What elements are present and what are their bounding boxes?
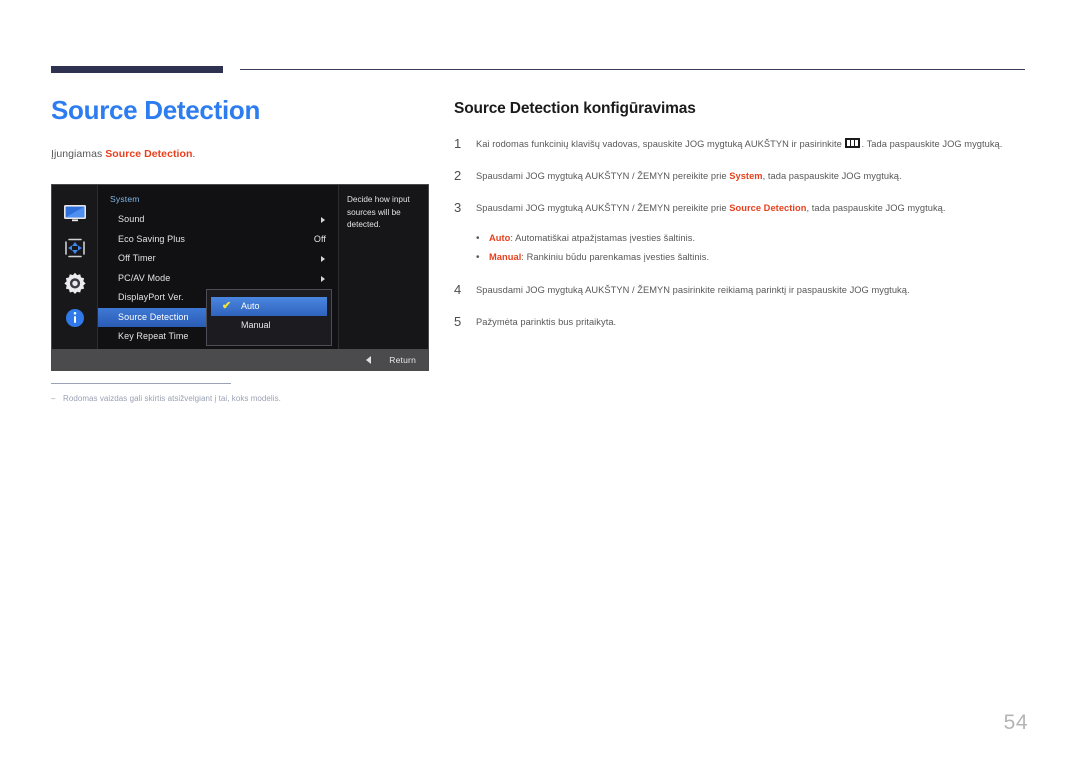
osd-item-label: Source Detection	[118, 311, 189, 322]
page-title: Source Detection	[51, 95, 261, 125]
bullet-auto: • Auto: Automatiškai atpažįstamas įvesti…	[476, 229, 1029, 249]
osd-submenu-item-auto[interactable]: ✔ Auto	[211, 297, 327, 316]
bullet-term: Auto	[489, 232, 511, 243]
intro-prefix: Įjungiamas	[51, 147, 106, 160]
step-text-after: , tada paspauskite JOG mygtuką.	[806, 203, 946, 214]
bullet-term: Manual	[489, 252, 522, 263]
footnote: ‒ Rodomas vaizdas gali skirtis atsižvelgi…	[51, 394, 441, 403]
step-4: 4 Spausdami JOG mygtuką AUKŠTYN / ŽEMYN …	[454, 282, 1029, 299]
step-text: Pažymėta parinktis bus pritaikyta.	[476, 314, 1029, 331]
step-highlight: System	[729, 171, 763, 182]
option-bullet-list: • Auto: Automatiškai atpažįstamas įvesti…	[476, 229, 1029, 268]
bullet-text: : Rankiniu būdu parenkamas įvesties šalt…	[521, 252, 710, 263]
monitor-icon[interactable]	[62, 202, 88, 224]
step-number: 1	[454, 136, 462, 151]
footnote-divider	[51, 383, 231, 384]
osd-item-label: Sound	[118, 214, 145, 224]
osd-menu-screenshot: System Sound Eco Saving Plus Off Off Tim…	[51, 184, 429, 371]
step-number: 2	[454, 168, 462, 184]
step-text-before: Spausdami JOG mygtuką AUKŠTYN / ŽEMYN pe…	[476, 171, 730, 182]
chevron-right-icon	[321, 275, 325, 282]
osd-submenu-label: Auto	[241, 301, 260, 311]
intro-suffix: .	[192, 147, 196, 160]
section-title: Source Detection konfigūravimas	[454, 100, 696, 117]
gear-icon[interactable]	[62, 272, 88, 294]
osd-item-label: Off Timer	[118, 253, 156, 263]
step-text: Kai rodomas funkcinių klavišų vadovas, s…	[476, 136, 1029, 153]
step-1: 1 Kai rodomas funkcinių klavišų vadovas,…	[454, 136, 1029, 153]
osd-menu-glyph-icon	[845, 138, 861, 148]
step-text-before: Kai rodomas funkcinių klavišų vadovas, s…	[476, 139, 845, 149]
return-arrow-icon[interactable]	[366, 355, 372, 364]
osd-description-panel: Decide how input sources will be detecte…	[338, 185, 428, 350]
directional-pad-icon[interactable]	[62, 237, 88, 259]
osd-submenu-label: Manual	[241, 320, 271, 330]
info-icon[interactable]	[62, 307, 88, 329]
bullet-marker: •	[476, 232, 480, 244]
step-highlight: Source Detection	[729, 203, 807, 214]
step-5: 5 Pažymėta parinktis bus pritaikyta.	[454, 314, 1029, 331]
osd-submenu-item-manual[interactable]: Manual	[211, 316, 327, 335]
page-number: 54	[1003, 711, 1028, 734]
step-text: Spausdami JOG mygtuką AUKŠTYN / ŽEMYN pe…	[476, 200, 1029, 217]
osd-return-label[interactable]: Return	[389, 355, 416, 365]
bullet-text: : Automatiškai atpažįstamas įvesties šal…	[510, 232, 696, 243]
footnote-text: Rodomas vaizdas gali skirtis atsižvelgia…	[63, 394, 281, 403]
header-rule-line	[240, 69, 1025, 70]
bullet-body: Manual: Rankiniu būdu parenkamas įvestie…	[489, 248, 709, 266]
osd-item-pc-av-mode[interactable]: PC/AV Mode	[98, 269, 338, 289]
step-number: 3	[454, 200, 462, 216]
osd-item-eco-saving-plus[interactable]: Eco Saving Plus Off	[98, 230, 338, 250]
osd-item-label: Key Repeat Time	[118, 331, 189, 341]
chevron-right-icon	[321, 217, 325, 223]
osd-icon-rail	[52, 185, 97, 350]
step-3: 3 Spausdami JOG mygtuką AUKŠTYN / ŽEMYN …	[454, 200, 1029, 217]
step-text-after: . Tada paspauskite JOG mygtuką.	[861, 139, 1003, 149]
osd-item-sound[interactable]: Sound	[98, 210, 338, 230]
step-text-before: Spausdami JOG mygtuką AUKŠTYN / ŽEMYN pe…	[476, 203, 730, 214]
header-rule-accent	[51, 66, 223, 73]
osd-body: System Sound Eco Saving Plus Off Off Tim…	[52, 185, 428, 350]
bullet-manual: • Manual: Rankiniu būdu parenkamas įvest…	[476, 248, 1029, 268]
bullet-marker: •	[476, 252, 480, 264]
chevron-right-icon	[321, 256, 325, 262]
osd-category-label: System	[110, 194, 140, 204]
step-text: Spausdami JOG mygtuką AUKŠTYN / ŽEMYN pa…	[476, 282, 1029, 299]
footnote-dash: ‒	[51, 394, 56, 403]
step-number: 5	[454, 313, 462, 329]
osd-item-label: DisplayPort Ver.	[118, 292, 184, 302]
osd-item-value: Off	[313, 233, 326, 244]
step-text-before: Pažymėta parinktis bus pritaikyta.	[476, 316, 617, 327]
osd-footer-bar: Return	[52, 349, 428, 370]
step-2: 2 Spausdami JOG mygtuką AUKŠTYN / ŽEMYN …	[454, 168, 1029, 185]
step-text: Spausdami JOG mygtuką AUKŠTYN / ŽEMYN pe…	[476, 168, 1029, 185]
osd-item-label: Eco Saving Plus	[118, 233, 186, 244]
checkmark-icon: ✔	[222, 300, 232, 312]
intro-paragraph: Įjungiamas Source Detection.	[51, 148, 436, 160]
osd-submenu-source-detection: ✔ Auto Manual	[206, 289, 332, 346]
osd-item-label: PC/AV Mode	[118, 272, 171, 283]
step-number: 4	[454, 281, 462, 297]
bullet-body: Auto: Automatiškai atpažįstamas įvesties…	[489, 229, 695, 247]
left-column: Source Detection Įjungiamas Source Detec…	[51, 95, 436, 160]
step-text-before: Spausdami JOG mygtuką AUKŠTYN / ŽEMYN pa…	[476, 284, 910, 295]
right-column: Source Detection konfigūravimas 1 Kai ro…	[454, 100, 1029, 346]
osd-item-off-timer[interactable]: Off Timer	[98, 249, 338, 269]
step-text-after: , tada paspauskite JOG mygtuką.	[762, 171, 902, 182]
intro-highlight: Source Detection	[105, 147, 193, 160]
